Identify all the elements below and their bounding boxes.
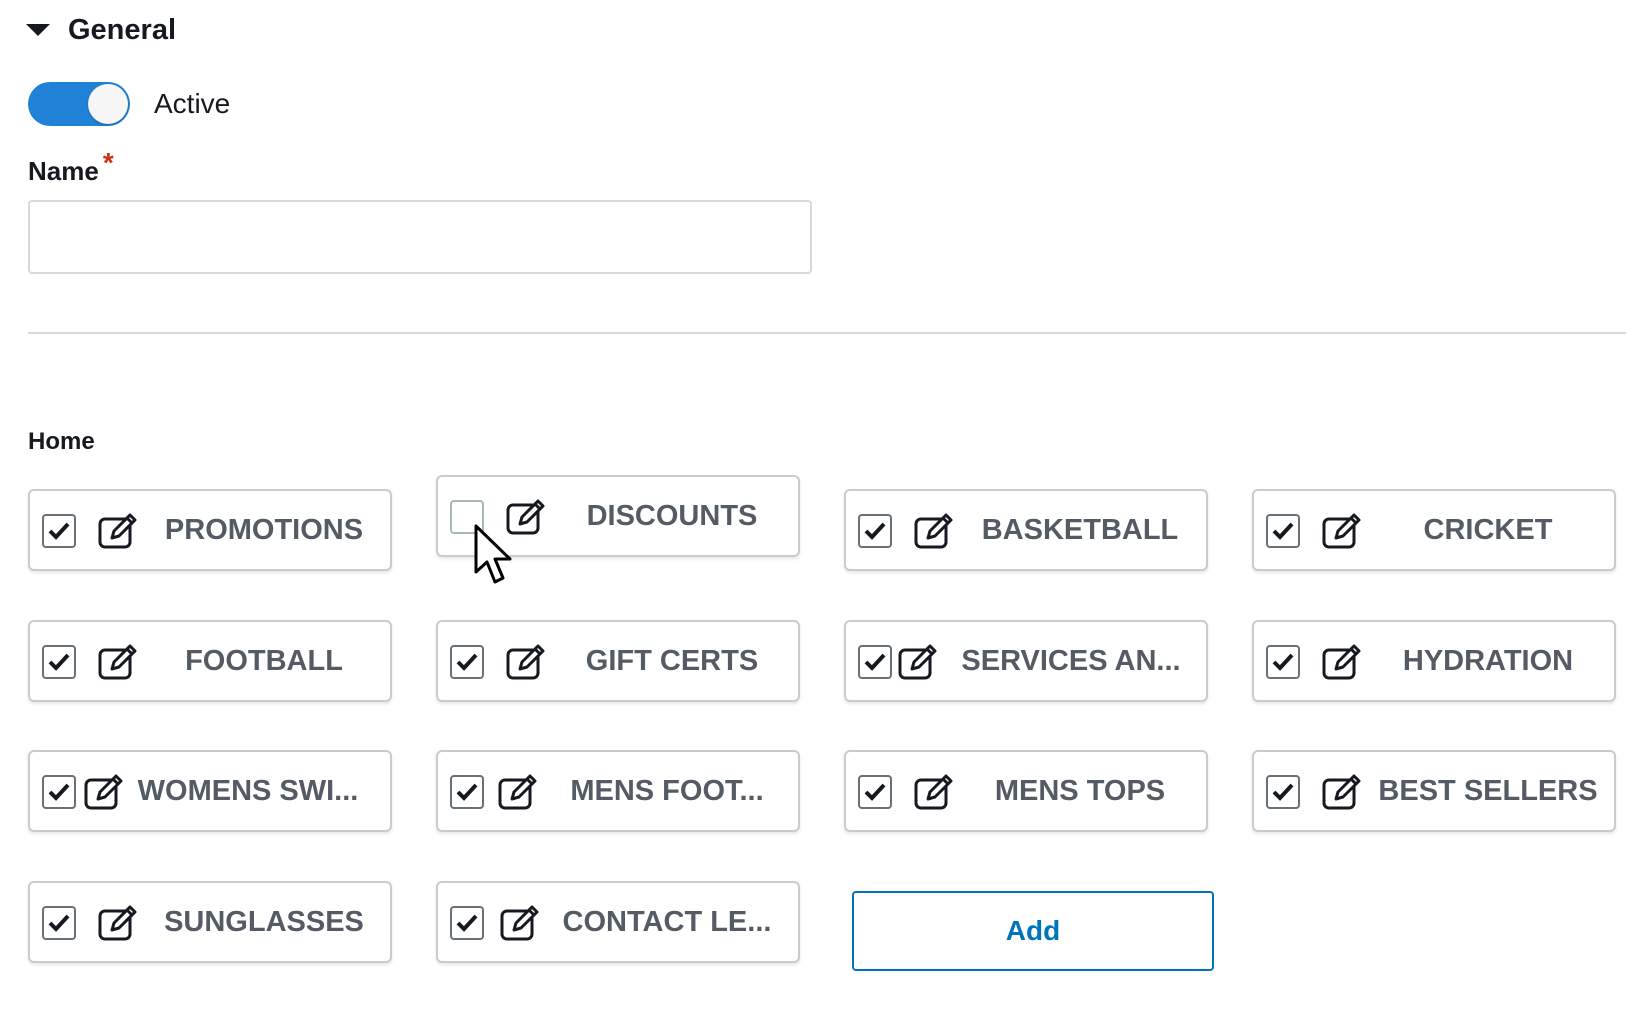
active-toggle[interactable] bbox=[28, 82, 130, 126]
name-field-label: Name * bbox=[28, 147, 114, 187]
tile-gift-certs: GIFT CERTS bbox=[436, 620, 800, 702]
edit-icon[interactable] bbox=[506, 642, 546, 680]
tile-label: CRICKET bbox=[1423, 514, 1553, 546]
add-button[interactable]: Add bbox=[852, 891, 1214, 971]
tile-checkbox[interactable] bbox=[42, 906, 76, 940]
tile-football: FOOTBALL bbox=[28, 620, 392, 702]
tile-checkbox[interactable] bbox=[42, 514, 76, 548]
tile-checkbox[interactable] bbox=[450, 906, 484, 940]
tile-label: MENS TOPS bbox=[994, 775, 1166, 807]
home-section-label: Home bbox=[28, 428, 95, 455]
tile-label: BASKETBALL bbox=[981, 514, 1179, 546]
tile-label: MENS FOOT... bbox=[570, 775, 764, 807]
tile-sunglasses: SUNGLASSES bbox=[28, 881, 392, 963]
tile-label: SERVICES AN... bbox=[961, 645, 1181, 677]
checkmark-icon bbox=[864, 783, 886, 801]
checkmark-icon bbox=[456, 783, 478, 801]
tile-hydration: HYDRATION bbox=[1252, 620, 1616, 702]
tile-label: FOOTBALL bbox=[185, 645, 343, 677]
active-toggle-row: Active bbox=[28, 82, 230, 126]
edit-icon[interactable] bbox=[84, 772, 124, 810]
name-input[interactable] bbox=[28, 200, 812, 274]
checkmark-icon bbox=[48, 914, 70, 932]
required-marker: * bbox=[102, 147, 114, 178]
tile-services: SERVICES AN... bbox=[844, 620, 1208, 702]
checkmark-icon bbox=[864, 522, 886, 540]
edit-icon[interactable] bbox=[498, 772, 538, 810]
tile-promotions: PROMOTIONS bbox=[28, 489, 392, 571]
edit-icon[interactable] bbox=[98, 511, 138, 549]
section-header-general[interactable]: General bbox=[26, 14, 176, 46]
edit-icon[interactable] bbox=[98, 903, 138, 941]
tile-label: HYDRATION bbox=[1402, 645, 1574, 677]
caret-down-icon[interactable] bbox=[26, 24, 50, 36]
tile-checkbox[interactable] bbox=[42, 775, 76, 809]
checkmark-icon bbox=[1272, 783, 1294, 801]
checkmark-icon bbox=[1272, 653, 1294, 671]
tile-label: BEST SELLERS bbox=[1378, 775, 1598, 807]
tile-label: SUNGLASSES bbox=[164, 906, 364, 938]
tile-checkbox[interactable] bbox=[1266, 514, 1300, 548]
edit-icon[interactable] bbox=[98, 642, 138, 680]
checkmark-icon bbox=[1272, 522, 1294, 540]
tile-checkbox[interactable] bbox=[450, 775, 484, 809]
tile-mens-footwear: MENS FOOT... bbox=[436, 750, 800, 832]
tile-checkbox[interactable] bbox=[450, 645, 484, 679]
edit-icon[interactable] bbox=[914, 772, 954, 810]
toggle-knob bbox=[88, 84, 128, 124]
edit-icon[interactable] bbox=[1322, 511, 1362, 549]
tile-checkbox[interactable] bbox=[1266, 645, 1300, 679]
tile-checkbox[interactable] bbox=[1266, 775, 1300, 809]
mouse-pointer-icon bbox=[474, 524, 512, 584]
checkmark-icon bbox=[864, 653, 886, 671]
toggle-label: Active bbox=[154, 88, 231, 119]
name-label-text: Name bbox=[28, 156, 99, 186]
edit-icon[interactable] bbox=[1322, 772, 1362, 810]
tile-contact-lenses: CONTACT LE... bbox=[436, 881, 800, 963]
tile-checkbox[interactable] bbox=[858, 775, 892, 809]
checkmark-icon bbox=[48, 653, 70, 671]
tile-best-sellers: BEST SELLERS bbox=[1252, 750, 1616, 832]
edit-icon[interactable] bbox=[1322, 642, 1362, 680]
checkmark-icon bbox=[48, 522, 70, 540]
checkmark-icon bbox=[456, 653, 478, 671]
edit-icon[interactable] bbox=[500, 903, 540, 941]
tile-checkbox[interactable] bbox=[42, 645, 76, 679]
checkmark-icon bbox=[48, 783, 70, 801]
tile-cricket: CRICKET bbox=[1252, 489, 1616, 571]
edit-icon[interactable] bbox=[898, 642, 938, 680]
tile-label: WOMENS SWI... bbox=[137, 775, 359, 807]
tile-checkbox[interactable] bbox=[858, 514, 892, 548]
divider bbox=[28, 332, 1626, 334]
tile-label: PROMOTIONS bbox=[164, 514, 364, 546]
tile-womens-swim: WOMENS SWI... bbox=[28, 750, 392, 832]
tile-basketball: BASKETBALL bbox=[844, 489, 1208, 571]
checkmark-icon bbox=[456, 914, 478, 932]
tile-label: GIFT CERTS bbox=[585, 645, 759, 677]
tile-checkbox[interactable] bbox=[858, 645, 892, 679]
section-title: General bbox=[68, 13, 176, 46]
edit-icon[interactable] bbox=[914, 511, 954, 549]
tile-label: DISCOUNTS bbox=[586, 500, 758, 532]
tile-label: CONTACT LE... bbox=[562, 906, 772, 938]
tile-mens-tops: MENS TOPS bbox=[844, 750, 1208, 832]
